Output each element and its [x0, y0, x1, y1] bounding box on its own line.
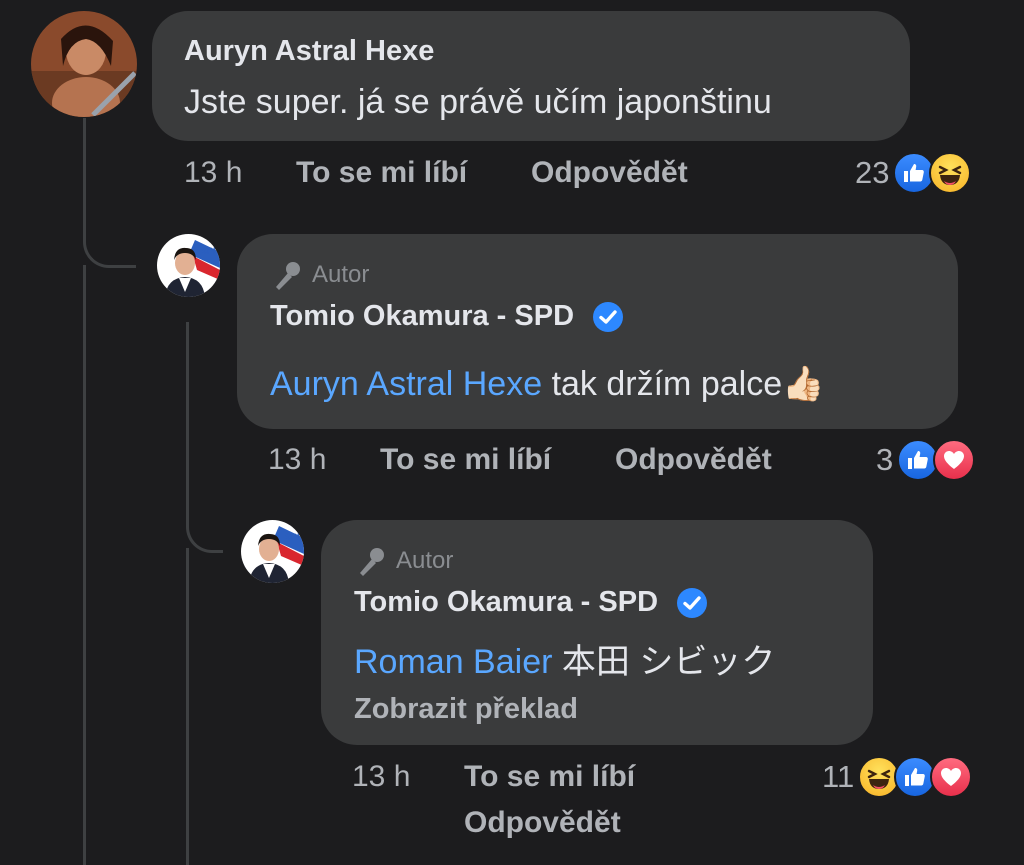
thread-line-reply-lower [186, 548, 189, 865]
reaction-summary[interactable]: 23 [855, 152, 972, 194]
reply-button[interactable]: Odpovědět [531, 156, 688, 190]
comment-text-body: tak držím palce👍🏻 [542, 365, 825, 403]
verified-badge-icon [593, 302, 624, 333]
avatar[interactable]: SPD [157, 234, 220, 297]
author-tag-label: Autor [396, 547, 454, 574]
author-tag-label: Autor [312, 261, 370, 288]
microphone-icon [276, 262, 300, 290]
avatar-photo-icon: SPD [241, 520, 304, 583]
haha-icon [929, 152, 972, 194]
avatar[interactable] [31, 11, 137, 117]
verified-badge-icon [677, 588, 708, 619]
thread-line-main-lower [83, 265, 86, 865]
like-button[interactable]: To se mi líbí [464, 760, 635, 794]
author-badge: Autor [270, 258, 369, 292]
reaction-summary[interactable]: 3 [876, 439, 976, 481]
comment-text: Auryn Astral Hexe tak držím palce👍🏻 [270, 364, 824, 404]
microphone-icon [360, 548, 384, 576]
author-name-text: Tomio Okamura - SPD [270, 300, 575, 332]
reply-button[interactable]: Odpovědět [464, 806, 621, 840]
comment-author[interactable]: Tomio Okamura - SPD [270, 300, 624, 333]
avatar-photo-icon [31, 11, 137, 117]
reply-button[interactable]: Odpovědět [615, 443, 772, 477]
comment-text: Jste super. já se právě učím japonštinu [184, 83, 772, 121]
like-button[interactable]: To se mi líbí [380, 443, 551, 477]
comment-author[interactable]: Tomio Okamura - SPD [354, 586, 708, 619]
love-icon [930, 756, 973, 798]
avatar-badge: SPD [201, 246, 220, 256]
reaction-summary[interactable]: 11 [822, 756, 973, 798]
author-badge: Autor [354, 544, 453, 578]
thread-line-reply [186, 322, 189, 502]
reaction-count: 23 [855, 155, 890, 190]
reaction-count: 3 [876, 442, 894, 477]
mention-link[interactable]: Auryn Astral Hexe [270, 365, 542, 403]
like-button[interactable]: To se mi líbí [296, 156, 467, 190]
author-name-text: Tomio Okamura - SPD [354, 586, 659, 618]
avatar[interactable]: SPD [241, 520, 304, 583]
comment-text-body: 本田 シビック [552, 643, 776, 681]
avatar-badge: SPD [285, 532, 304, 542]
comment-timestamp[interactable]: 13 h [184, 156, 242, 190]
reaction-count: 11 [822, 759, 855, 794]
thread-connector-reply-1 [83, 215, 136, 268]
comment-timestamp[interactable]: 13 h [352, 760, 410, 794]
comment-timestamp[interactable]: 13 h [268, 443, 326, 477]
see-translation-link[interactable]: Zobrazit překlad [354, 693, 578, 726]
comment-author[interactable]: Auryn Astral Hexe [184, 35, 434, 68]
comment-text: Roman Baier 本田 シビック [354, 634, 775, 683]
thread-connector-reply-2 [186, 500, 223, 553]
thread-line-main [83, 118, 86, 218]
mention-link[interactable]: Roman Baier [354, 643, 552, 681]
avatar-photo-icon: SPD [157, 234, 220, 297]
love-icon [933, 439, 976, 481]
